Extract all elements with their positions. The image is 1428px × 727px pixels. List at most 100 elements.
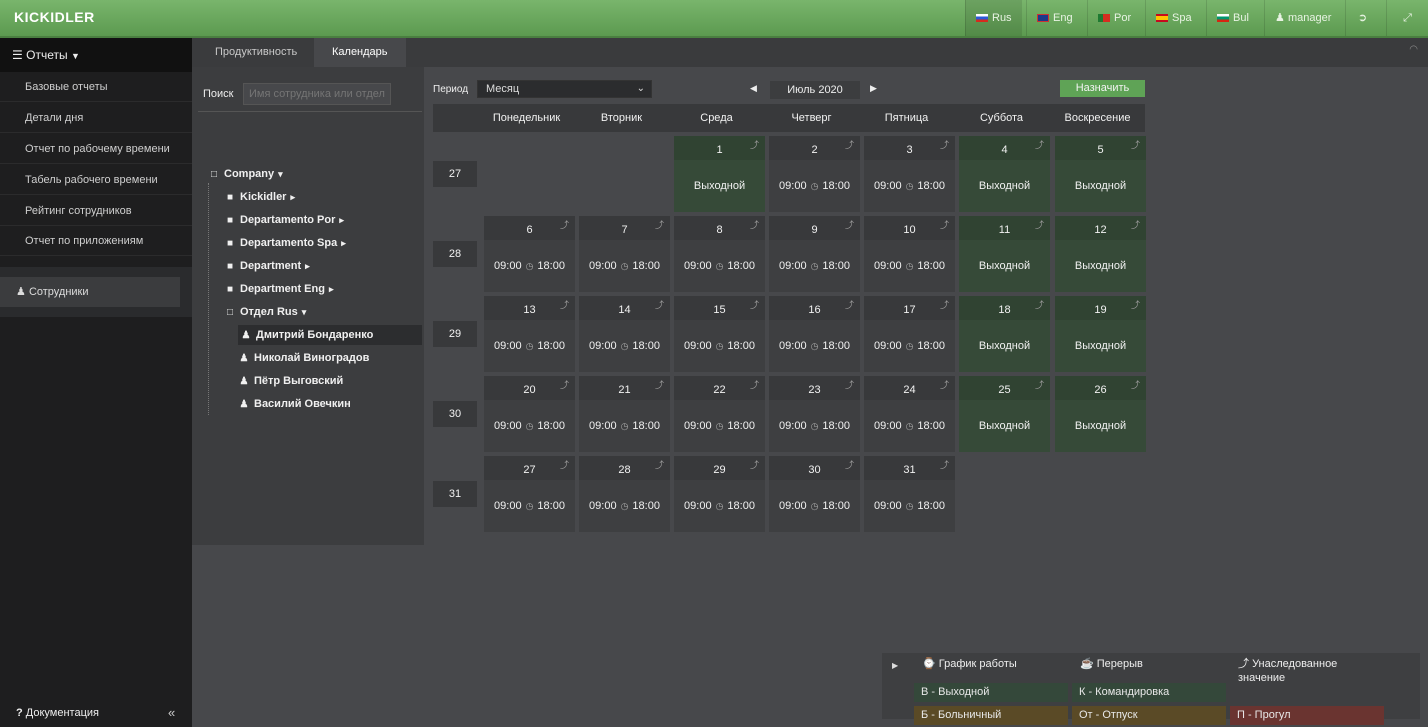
day-off-label: Выходной: [1074, 180, 1127, 192]
caret-down-icon[interactable]: ▾: [278, 169, 283, 179]
lang-rus-button[interactable]: Rus: [965, 0, 1022, 36]
fullscreen-button[interactable]: ⤢: [1386, 0, 1428, 36]
calendar-day-off[interactable]: 11 ⤴ Выходной: [959, 216, 1050, 292]
calendar-day[interactable]: 9 ⤴ 09:00 ◷ 18:00: [769, 216, 860, 292]
inherited-arrow-icon: ⤴: [559, 460, 569, 470]
sidebar-item-work-time-report[interactable]: Отчет по рабочему времени: [0, 134, 192, 164]
calendar-day[interactable]: 2 ⤴ 09:00 ◷ 18:00: [769, 136, 860, 212]
collapse-sidebar-button[interactable]: «: [168, 705, 175, 720]
clock-icon: ◷: [810, 181, 819, 191]
calendar-day[interactable]: 6 ⤴ 09:00 ◷ 18:00: [484, 216, 575, 292]
inherited-arrow-icon: ⤴: [1130, 140, 1140, 150]
caret-right-icon[interactable]: ▸: [305, 261, 310, 271]
calendar-day[interactable]: 24 ⤴ 09:00 ◷ 18:00: [864, 376, 955, 452]
kickidler-logo[interactable]: KICKIDLER: [14, 9, 95, 25]
start-time: 09:00: [684, 340, 712, 352]
calendar-day-off[interactable]: 18 ⤴ Выходной: [959, 296, 1050, 372]
tree-node-label: Department: [240, 260, 302, 272]
calendar-day[interactable]: 17 ⤴ 09:00 ◷ 18:00: [864, 296, 955, 372]
calendar-day[interactable]: 16 ⤴ 09:00 ◷ 18:00: [769, 296, 860, 372]
calendar-day[interactable]: 27 ⤴ 09:00 ◷ 18:00: [484, 456, 575, 532]
assign-button[interactable]: Назначить: [1060, 80, 1145, 97]
uk-flag-icon: [1037, 14, 1049, 22]
calendar-day[interactable]: 14 ⤴ 09:00 ◷ 18:00: [579, 296, 670, 372]
calendar-day[interactable]: 13 ⤴ 09:00 ◷ 18:00: [484, 296, 575, 372]
calendar-day[interactable]: 31 ⤴ 09:00 ◷ 18:00: [864, 456, 955, 532]
calendar-day[interactable]: 23 ⤴ 09:00 ◷ 18:00: [769, 376, 860, 452]
tree-department[interactable]: ■ Department ▸: [224, 256, 310, 276]
sidebar-item-app-report[interactable]: Отчет по приложениям: [0, 226, 192, 256]
portugal-flag-icon: [1098, 14, 1110, 22]
tree-employee[interactable]: ♟ Дмитрий Бондаренко: [238, 325, 422, 345]
calendar-day-off[interactable]: 26 ⤴ Выходной: [1055, 376, 1146, 452]
end-time: 18:00: [537, 340, 565, 352]
tab-calendar[interactable]: Календарь: [314, 38, 406, 67]
inherited-arrow-icon: ⤴: [1238, 658, 1249, 670]
user-menu[interactable]: ♟ manager: [1264, 0, 1344, 36]
tree-employee[interactable]: ♟ Василий Овечкин: [238, 394, 351, 414]
calendar-day-off[interactable]: 4 ⤴ Выходной: [959, 136, 1050, 212]
tree-department[interactable]: ■ Department Eng ▸: [224, 279, 334, 299]
end-time: 18:00: [917, 420, 945, 432]
next-month-button[interactable]: ▶: [870, 83, 877, 94]
caret-right-icon[interactable]: ▸: [339, 215, 344, 225]
calendar-day-off[interactable]: 19 ⤴ Выходной: [1055, 296, 1146, 372]
caret-down-icon[interactable]: ▾: [302, 307, 307, 317]
reports-menu-toggle[interactable]: ☰ Отчеты ▼: [0, 38, 192, 72]
weekday-label: Среда: [700, 112, 733, 124]
calendar-day-off[interactable]: 5 ⤴ Выходной: [1055, 136, 1146, 212]
lang-bul-button[interactable]: Bul: [1206, 0, 1259, 36]
sidebar-item-basic-reports[interactable]: Базовые отчеты: [0, 72, 192, 102]
calendar-day[interactable]: 22 ⤴ 09:00 ◷ 18:00: [674, 376, 765, 452]
tree-employee[interactable]: ♟ Пётр Выговский: [238, 371, 344, 391]
calendar-day[interactable]: 30 ⤴ 09:00 ◷ 18:00: [769, 456, 860, 532]
tree-department[interactable]: ■ Departamento Spa ▸: [224, 233, 346, 253]
inherited-arrow-icon: ⤴: [654, 460, 664, 470]
calendar-day[interactable]: 28 ⤴ 09:00 ◷ 18:00: [579, 456, 670, 532]
clock-icon: ◷: [905, 501, 914, 511]
end-time: 18:00: [632, 500, 660, 512]
inherited-arrow-icon: ⤴: [1130, 300, 1140, 310]
search-input[interactable]: [243, 83, 391, 105]
tree-employee[interactable]: ♟ Николай Виноградов: [238, 348, 370, 368]
caret-right-icon[interactable]: ▸: [290, 192, 295, 202]
logout-button[interactable]: ➲: [1345, 0, 1379, 36]
calendar-day-off[interactable]: 25 ⤴ Выходной: [959, 376, 1050, 452]
calendar-day[interactable]: 29 ⤴ 09:00 ◷ 18:00: [674, 456, 765, 532]
tree-department[interactable]: ■ Kickidler ▸: [224, 187, 295, 207]
calendar-day[interactable]: 3 ⤴ 09:00 ◷ 18:00: [864, 136, 955, 212]
sidebar-item-employees[interactable]: ♟ Сотрудники: [0, 277, 180, 307]
caret-right-icon[interactable]: ▸: [341, 238, 346, 248]
documentation-link[interactable]: ? Документация: [16, 707, 99, 719]
day-off-label: Выходной: [1074, 260, 1127, 272]
lang-por-button[interactable]: Por: [1087, 0, 1141, 36]
calendar-day[interactable]: 15 ⤴ 09:00 ◷ 18:00: [674, 296, 765, 372]
period-select[interactable]: Месяц ⌄: [477, 80, 652, 98]
lang-eng-button[interactable]: Eng: [1026, 0, 1083, 36]
start-time: 09:00: [874, 180, 902, 192]
tab-productivity[interactable]: Продуктивность: [197, 38, 315, 67]
prev-month-button[interactable]: ◀: [750, 83, 757, 94]
legend-toggle-icon[interactable]: ▶: [892, 661, 898, 670]
calendar-day[interactable]: 7 ⤴ 09:00 ◷ 18:00: [579, 216, 670, 292]
tree-department[interactable]: □ Company ▾: [208, 164, 283, 184]
sidebar-item-timesheet[interactable]: Табель рабочего времени: [0, 165, 192, 195]
question-icon: ?: [16, 707, 23, 719]
caret-right-icon[interactable]: ▸: [329, 284, 334, 294]
calendar-day-off[interactable]: 12 ⤴ Выходной: [1055, 216, 1146, 292]
inherited-arrow-icon: ⤴: [1034, 380, 1044, 390]
sidebar-item-day-details[interactable]: Детали дня: [0, 103, 192, 133]
start-time: 09:00: [874, 500, 902, 512]
tree-department[interactable]: ■ Departamento Por ▸: [224, 210, 344, 230]
tree-department[interactable]: □ Отдел Rus ▾: [224, 302, 306, 322]
work-hours: 09:00 ◷ 18:00: [579, 480, 670, 532]
calendar-day[interactable]: 10 ⤴ 09:00 ◷ 18:00: [864, 216, 955, 292]
lang-spa-button[interactable]: Spa: [1145, 0, 1202, 36]
calendar-day[interactable]: 21 ⤴ 09:00 ◷ 18:00: [579, 376, 670, 452]
calendar-day[interactable]: 8 ⤴ 09:00 ◷ 18:00: [674, 216, 765, 292]
calendar-day[interactable]: 20 ⤴ 09:00 ◷ 18:00: [484, 376, 575, 452]
sidebar-item-employee-rating[interactable]: Рейтинг сотрудников: [0, 196, 192, 226]
calendar-day-off[interactable]: 1 ⤴ Выходной: [674, 136, 765, 212]
tree-node-label: Пётр Выговский: [254, 375, 344, 387]
end-time: 18:00: [537, 500, 565, 512]
